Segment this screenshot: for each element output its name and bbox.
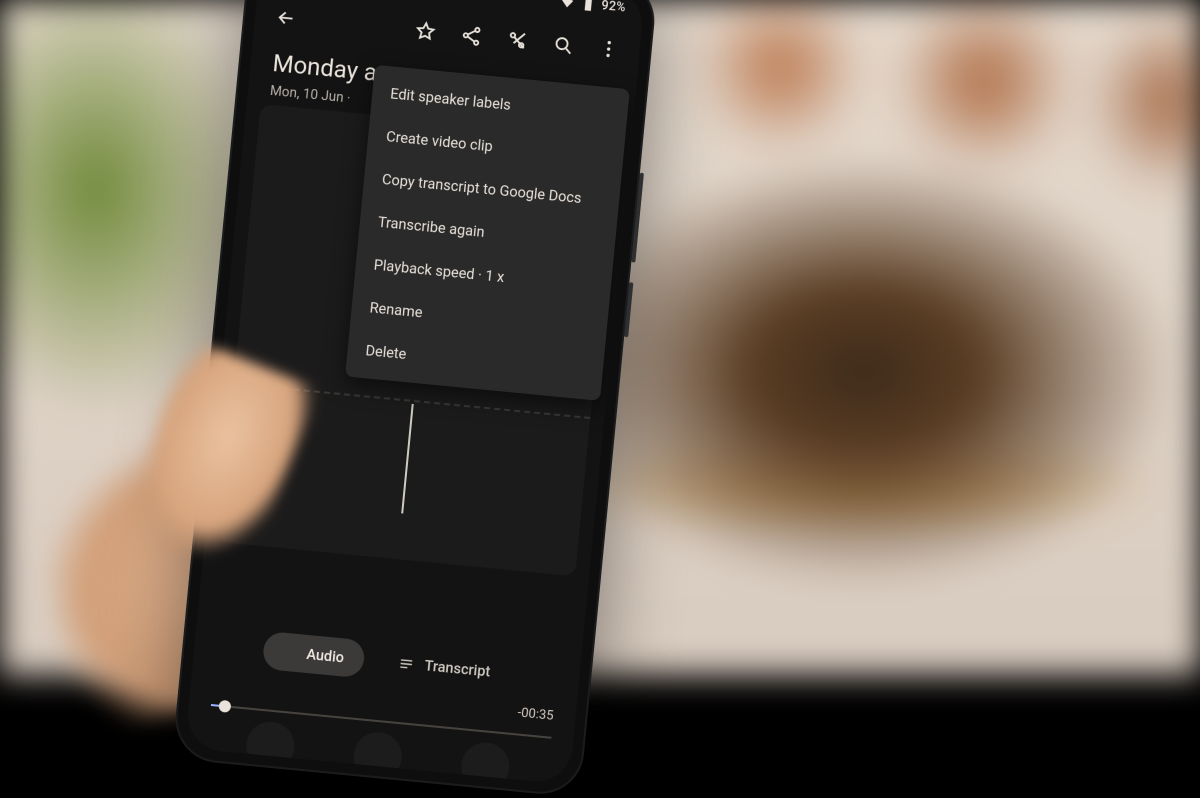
status-battery-pct: 92%	[601, 0, 627, 15]
search-button[interactable]	[540, 22, 586, 68]
tab-audio-label: Audio	[306, 645, 345, 666]
time-remaining: -00:35	[517, 705, 554, 723]
scrubber-knob[interactable]	[218, 700, 231, 713]
transcript-icon	[397, 654, 416, 673]
overflow-menu: Edit speaker labels Create video clip Co…	[345, 65, 630, 401]
tab-transcript[interactable]: Transcript	[380, 642, 512, 692]
wifi-icon	[559, 0, 575, 10]
share-button[interactable]	[448, 13, 494, 59]
tab-transcript-label: Transcript	[424, 657, 491, 680]
star-button[interactable]	[403, 9, 449, 55]
view-tabs: Audio Transcript	[193, 624, 581, 699]
back-button[interactable]	[263, 0, 309, 41]
audio-wave-icon	[279, 643, 298, 662]
battery-icon	[580, 0, 596, 12]
overflow-button[interactable]	[586, 26, 632, 72]
tab-audio[interactable]: Audio	[262, 631, 366, 678]
crop-button[interactable]	[494, 17, 540, 63]
playhead-icon	[401, 404, 414, 514]
